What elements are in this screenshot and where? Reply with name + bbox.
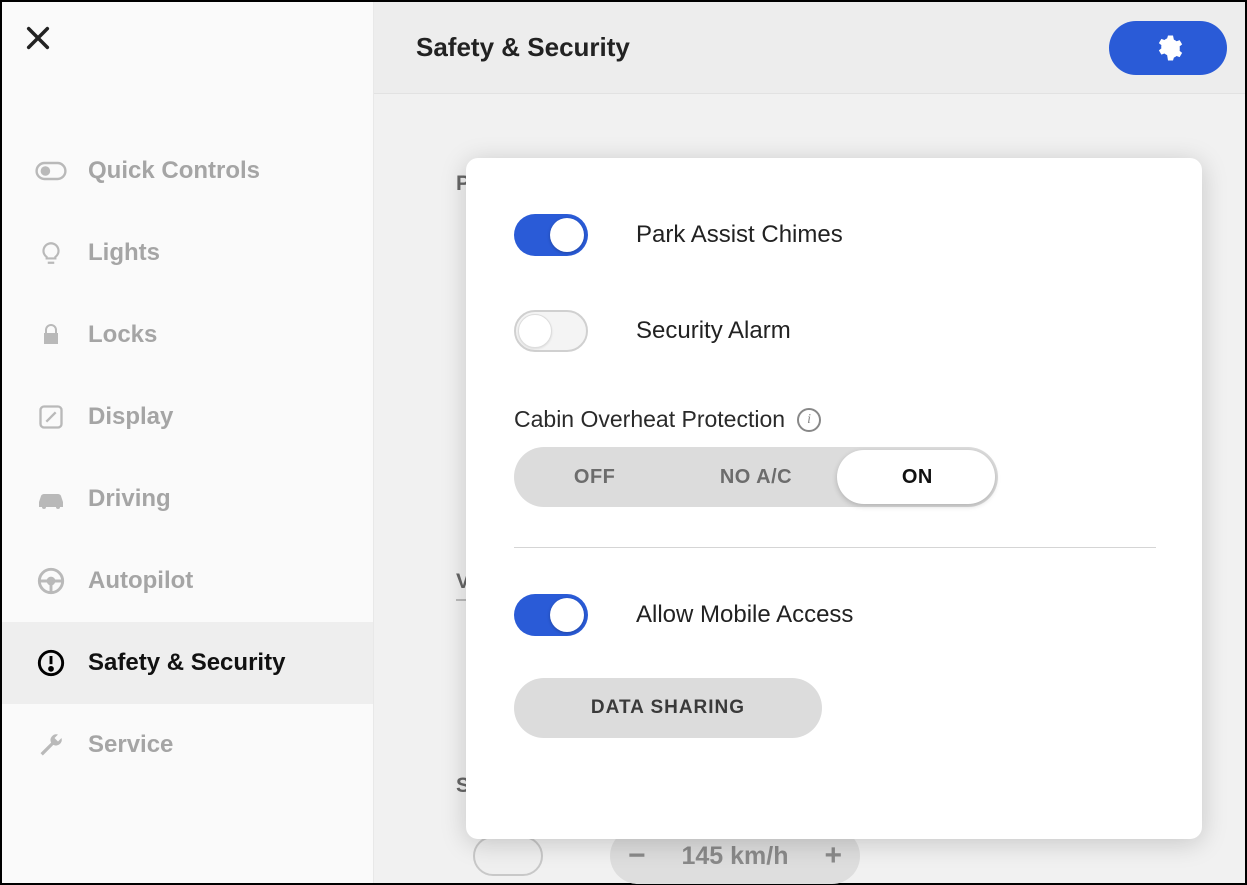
- sidebar-item-service[interactable]: Service: [2, 704, 373, 786]
- page-title: Safety & Security: [416, 32, 630, 63]
- mobile-access-toggle[interactable]: [514, 594, 588, 636]
- cabin-opt-noac[interactable]: NO A/C: [675, 466, 836, 489]
- data-sharing-button[interactable]: DATA SHARING: [514, 678, 822, 738]
- sidebar-item-label: Lights: [88, 239, 160, 267]
- sidebar-item-label: Locks: [88, 321, 157, 349]
- wrench-icon: [34, 728, 68, 762]
- park-assist-toggle[interactable]: [514, 214, 588, 256]
- lock-icon: [34, 318, 68, 352]
- car-icon: [34, 482, 68, 516]
- security-alarm-label: Security Alarm: [636, 317, 791, 345]
- sidebar-item-label: Driving: [88, 485, 171, 513]
- steering-wheel-icon: [34, 564, 68, 598]
- sidebar-item-safety-security[interactable]: Safety & Security: [2, 622, 373, 704]
- cabin-opt-on[interactable]: ON: [837, 466, 998, 489]
- mobile-access-label: Allow Mobile Access: [636, 601, 853, 629]
- plus-icon[interactable]: +: [824, 839, 842, 873]
- settings-button[interactable]: [1109, 21, 1227, 75]
- sidebar: Quick Controls Lights Locks Display Driv…: [2, 2, 374, 883]
- close-button[interactable]: [24, 24, 52, 52]
- settings-card: Park Assist Chimes Security Alarm Cabin …: [466, 158, 1202, 839]
- header: Safety & Security: [374, 2, 1245, 94]
- info-icon[interactable]: i: [797, 408, 821, 432]
- sidebar-item-label: Safety & Security: [88, 649, 285, 677]
- sidebar-nav: Quick Controls Lights Locks Display Driv…: [2, 130, 373, 786]
- sidebar-item-driving[interactable]: Driving: [2, 458, 373, 540]
- main: P V S − 145 km/h + Park Assist Chimes Se…: [374, 94, 1245, 883]
- display-icon: [34, 400, 68, 434]
- alert-icon: [34, 646, 68, 680]
- sidebar-item-quick-controls[interactable]: Quick Controls: [2, 130, 373, 212]
- security-alarm-toggle[interactable]: [514, 310, 588, 352]
- card-divider: [514, 547, 1156, 548]
- speed-value: 145 km/h: [681, 842, 788, 871]
- sidebar-item-lights[interactable]: Lights: [2, 212, 373, 294]
- cabin-opt-off[interactable]: OFF: [514, 466, 675, 489]
- sidebar-item-display[interactable]: Display: [2, 376, 373, 458]
- cabin-overheat-label: Cabin Overheat Protection: [514, 406, 785, 433]
- bulb-icon: [34, 236, 68, 270]
- minus-icon[interactable]: −: [628, 839, 646, 873]
- data-sharing-label: DATA SHARING: [591, 697, 745, 719]
- sidebar-item-locks[interactable]: Locks: [2, 294, 373, 376]
- cabin-overheat-segmented[interactable]: OFF NO A/C ON: [514, 447, 998, 507]
- sidebar-item-label: Quick Controls: [88, 157, 260, 185]
- sidebar-item-autopilot[interactable]: Autopilot: [2, 540, 373, 622]
- sidebar-item-label: Service: [88, 731, 173, 759]
- toggle-icon: [34, 154, 68, 188]
- sidebar-item-label: Autopilot: [88, 567, 193, 595]
- park-assist-label: Park Assist Chimes: [636, 221, 843, 249]
- sidebar-item-label: Display: [88, 403, 173, 431]
- close-icon: [24, 24, 52, 52]
- bg-toggle[interactable]: [473, 836, 543, 876]
- gear-icon: [1153, 33, 1183, 63]
